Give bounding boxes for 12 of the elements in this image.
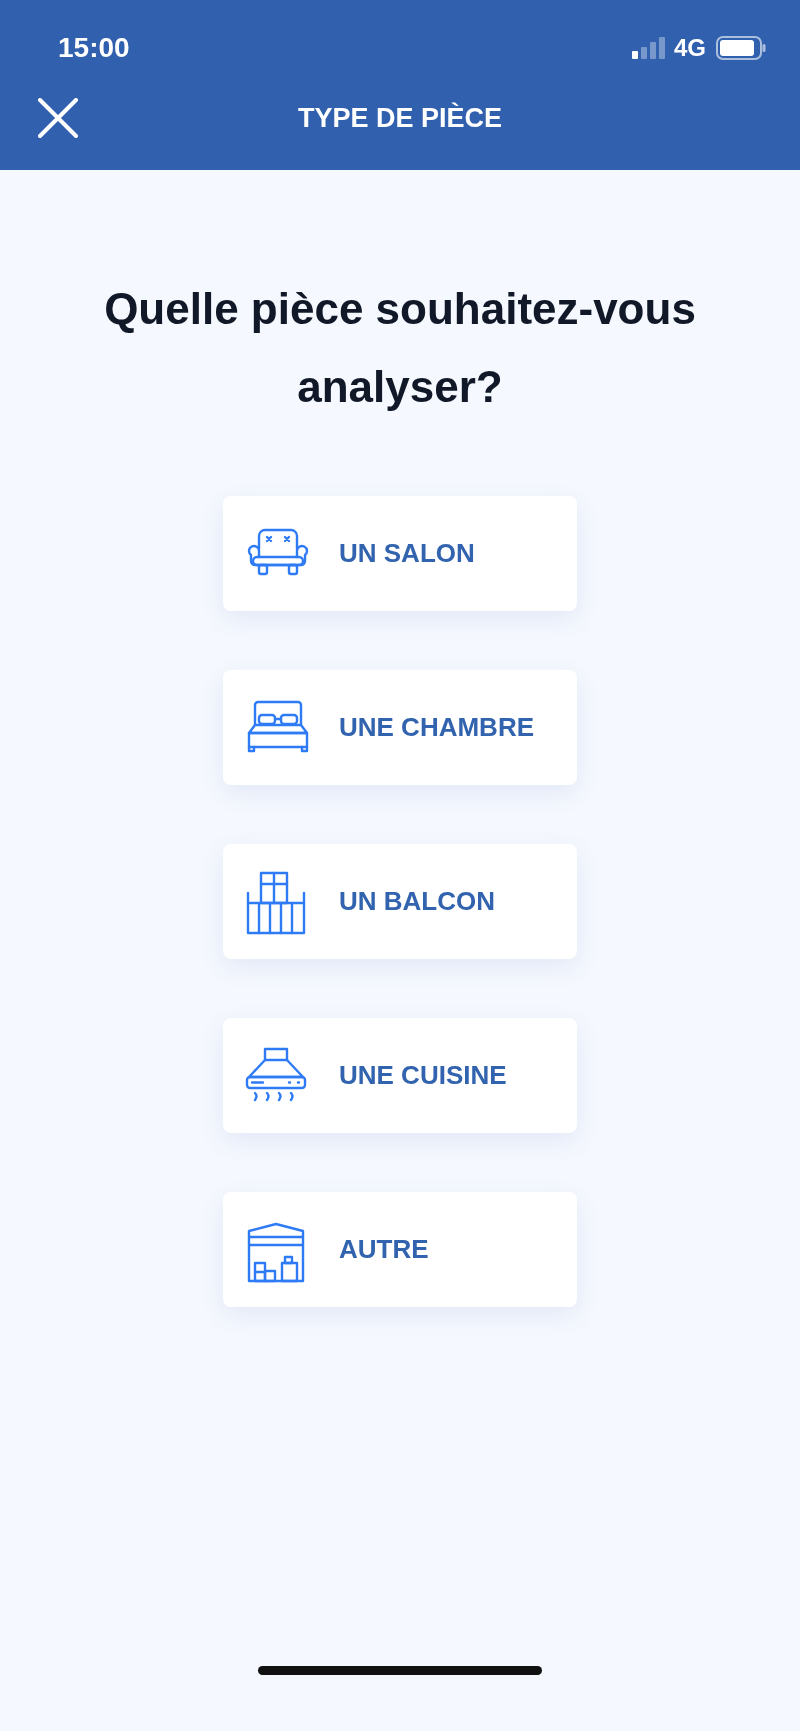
room-option-button[interactable]: UNE CUISINE bbox=[223, 1018, 577, 1133]
room-option-button[interactable]: UN BALCON bbox=[223, 844, 577, 959]
network-label: 4G bbox=[674, 34, 706, 62]
close-button[interactable] bbox=[38, 98, 78, 138]
question-heading: Quelle pièce souhaitez-vous analyser? bbox=[103, 283, 697, 413]
battery-icon bbox=[716, 36, 766, 60]
status-time: 15:00 bbox=[58, 32, 130, 64]
signal-icon bbox=[632, 37, 666, 59]
room-option-button[interactable]: AUTRE bbox=[223, 1192, 577, 1307]
room-option-button[interactable]: UNE CHAMBRE bbox=[223, 670, 577, 785]
screen-title: TYPE DE PIÈCE bbox=[297, 102, 503, 134]
room-option-button[interactable]: UN SALON bbox=[223, 496, 577, 611]
